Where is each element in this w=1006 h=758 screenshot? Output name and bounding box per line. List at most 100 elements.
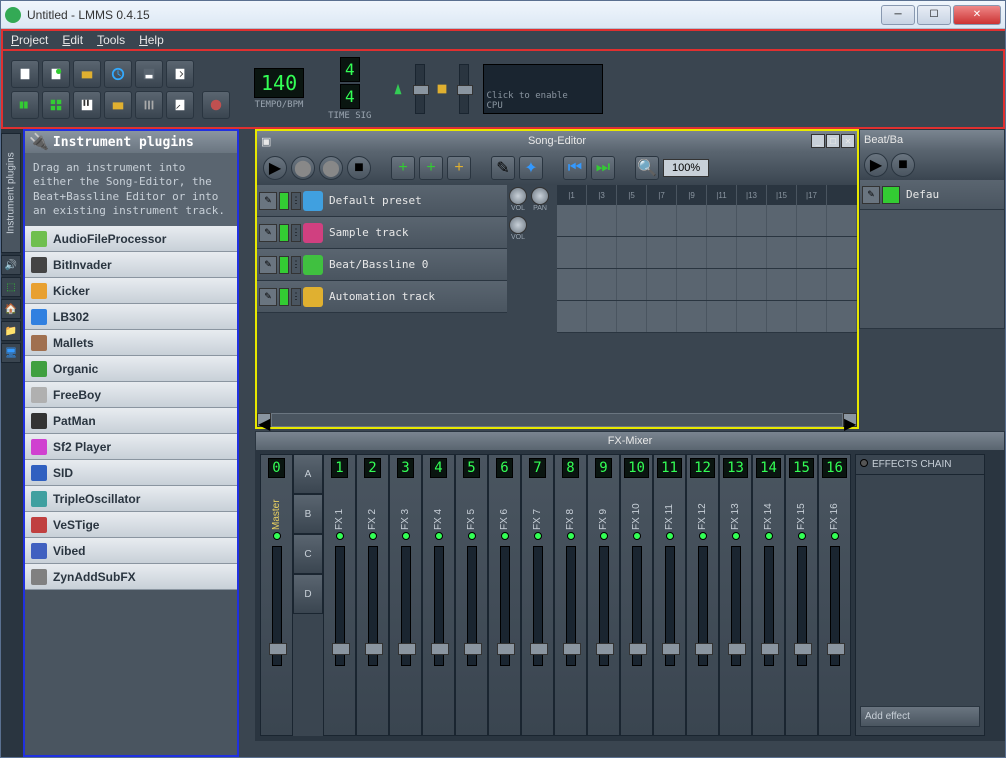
save-project-button[interactable] [135,60,163,88]
instrument-item-vestige[interactable]: VeSTige [25,512,237,538]
tempo-display[interactable]: 140 [254,68,304,98]
edit-mode-button[interactable]: ✦ [519,156,543,180]
bb-play-button[interactable]: ▶ [864,153,888,177]
fx-led-icon[interactable] [336,532,344,540]
fx-strip[interactable]: 4 FX 4 [422,454,455,736]
fx-strip[interactable]: 7 FX 7 [521,454,554,736]
fx-led-icon[interactable] [468,532,476,540]
fx-fader[interactable] [434,546,444,666]
track-mute-button[interactable] [279,256,289,274]
instrument-item-tripleoscillator[interactable]: TripleOscillator [25,486,237,512]
fx-led-icon[interactable] [831,532,839,540]
instrument-item-audiofileprocessor[interactable]: AudioFileProcessor [25,226,237,252]
zoom-display[interactable]: 100% [663,159,709,177]
fx-strip[interactable]: 6 FX 6 [488,454,521,736]
fx-strip[interactable]: 9 FX 9 [587,454,620,736]
song-grid[interactable]: VOL PAN VOL |1|3|5|7|9|11|13|15|17 [507,185,857,413]
track-mute-button[interactable] [279,224,289,242]
timesig-den-display[interactable]: 4 [340,84,360,109]
master-volume-slider[interactable] [415,64,425,114]
se-minimize-button[interactable]: _ [811,134,825,148]
piano-roll-button[interactable] [73,91,101,119]
fx-mixer-button[interactable] [135,91,163,119]
skip-fwd-button[interactable]: ⏭ [591,156,615,180]
draw-mode-button[interactable]: ✎ [491,156,515,180]
master-pitch-slider[interactable] [459,64,469,114]
track-grip-icon[interactable]: ⋮ [291,288,301,306]
song-editor-button[interactable] [11,91,39,119]
song-hscroll[interactable]: ◀ ▶ [257,413,857,427]
fx-strip[interactable]: 10 FX 10 [620,454,653,736]
chain-led-icon[interactable] [860,459,868,467]
instrument-item-patman[interactable]: PatMan [25,408,237,434]
fx-strip[interactable]: 5 FX 5 [455,454,488,736]
instrument-item-bitinvader[interactable]: BitInvader [25,252,237,278]
fx-strip[interactable]: 12 FX 12 [686,454,719,736]
fx-led-icon[interactable] [699,532,707,540]
grid-row[interactable] [557,237,857,269]
instrument-item-kicker[interactable]: Kicker [25,278,237,304]
fx-led-icon[interactable] [765,532,773,540]
fx-send-button[interactable]: D [293,574,323,614]
fx-strip[interactable]: 13 FX 13 [719,454,752,736]
scroll-left-button[interactable]: ◀ [257,413,271,427]
fx-strip[interactable]: 15 FX 15 [785,454,818,736]
fx-send-button[interactable]: C [293,534,323,574]
add-automation-track-button[interactable]: + [447,156,471,180]
sidebar-tab-instruments[interactable]: Instrument plugins [1,133,21,253]
track-name[interactable]: Automation track [325,290,505,303]
cpu-meter[interactable]: Click to enable CPU [483,64,603,114]
sidebar-tab-projects[interactable]: 📁 [1,321,21,341]
track-name[interactable]: Default preset [325,194,505,207]
close-button[interactable]: ✕ [953,5,1001,25]
track-name[interactable]: Sample track [325,226,505,239]
fx-strip[interactable]: 16 FX 16 [818,454,851,736]
controller-button[interactable] [202,91,230,119]
instrument-item-vibed[interactable]: Vibed [25,538,237,564]
record-button[interactable]: ⬤ [291,156,315,180]
timeline-ruler[interactable]: |1|3|5|7|9|11|13|15|17 [557,185,857,205]
fx-strip[interactable]: 11 FX 11 [653,454,686,736]
fx-fader[interactable] [533,546,543,666]
fx-strip[interactable]: 8 FX 8 [554,454,587,736]
menu-tools[interactable]: Tools [97,33,125,47]
fx-fader[interactable] [467,546,477,666]
track-grip-icon[interactable]: ⋮ [291,192,301,210]
track-name[interactable]: Beat/Bassline 0 [325,258,505,271]
fx-strip[interactable]: 14 FX 14 [752,454,785,736]
fx-strip[interactable]: 1 FX 1 [323,454,356,736]
fx-fader[interactable] [698,546,708,666]
track-settings-button[interactable]: ✎ [259,224,277,242]
new-project-button[interactable] [11,60,39,88]
recent-project-button[interactable] [104,60,132,88]
fx-led-icon[interactable] [369,532,377,540]
fx-fader[interactable] [599,546,609,666]
instrument-item-sid[interactable]: SID [25,460,237,486]
zoom-button[interactable]: 🔍 [635,156,659,180]
bb-track-name[interactable]: Defau [902,188,1002,201]
menu-help[interactable]: Help [139,33,164,47]
fx-led-icon[interactable] [633,532,641,540]
track-settings-button[interactable]: ✎ [259,288,277,306]
bb-track-settings-button[interactable]: ✎ [862,186,880,204]
grid-row[interactable] [557,205,857,237]
fx-fader[interactable] [335,546,345,666]
fx-fader[interactable] [401,546,411,666]
sidebar-tab-presets[interactable]: ⬚ [1,277,21,297]
song-editor-titlebar[interactable]: ▣ Song-Editor _ ☐ ✕ [257,131,857,151]
fx-led-icon[interactable] [666,532,674,540]
fx-led-icon[interactable] [435,532,443,540]
track-settings-button[interactable]: ✎ [259,256,277,274]
fx-send-button[interactable]: A [293,454,323,494]
automation-button[interactable] [104,91,132,119]
export-button[interactable] [166,60,194,88]
instrument-item-zynaddsubfx[interactable]: ZynAddSubFX [25,564,237,590]
track-mute-button[interactable] [279,192,289,210]
add-sample-track-button[interactable]: + [419,156,443,180]
fx-fader[interactable] [500,546,510,666]
play-button[interactable]: ▶ [263,156,287,180]
skip-back-button[interactable]: ⏮ [563,156,587,180]
track-vol-knob[interactable] [509,216,527,234]
open-project-button[interactable] [73,60,101,88]
fx-led-icon[interactable] [600,532,608,540]
